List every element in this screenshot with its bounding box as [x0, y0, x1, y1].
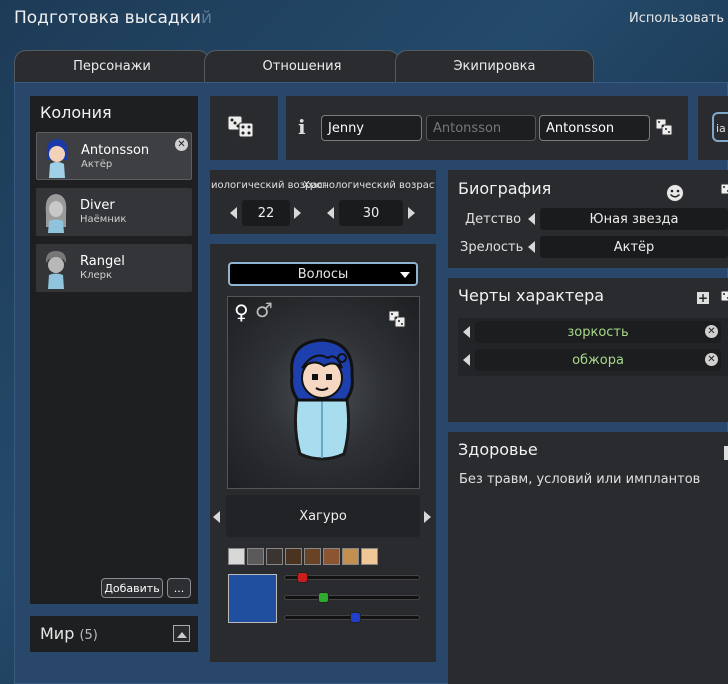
slider-knob[interactable]: [349, 612, 361, 623]
trait-move-icon[interactable]: [463, 354, 470, 366]
childhood-prev[interactable]: [528, 213, 535, 225]
dice-icon[interactable]: [227, 115, 255, 139]
pawn-entry[interactable]: Antonsson Актёр ✕: [36, 132, 192, 180]
tab-equipment[interactable]: Экипировка: [395, 50, 594, 82]
nickname-input[interactable]: Antonsson: [426, 115, 536, 141]
chrono-age-increase[interactable]: [408, 207, 415, 219]
color-swatch[interactable]: [361, 548, 378, 565]
dice-icon[interactable]: [655, 118, 673, 136]
hairstyle-prev[interactable]: [213, 511, 220, 523]
health-panel: [448, 432, 728, 684]
adulthood-field[interactable]: Актёр: [540, 236, 728, 258]
trait-item[interactable]: обжора: [475, 349, 721, 371]
pawn-avatar: [46, 139, 68, 178]
first-name-input[interactable]: Jenny: [321, 115, 422, 141]
biography-title: Биография: [458, 179, 552, 198]
remove-trait-icon[interactable]: ✕: [705, 353, 718, 366]
add-pawn-button[interactable]: Добавить: [101, 578, 163, 598]
more-button[interactable]: ...: [167, 578, 191, 598]
pawn-name: Rangel: [80, 254, 125, 269]
hairstyle-name: Хагуро: [226, 495, 420, 537]
pawn-name: Antonsson: [81, 143, 150, 158]
pawn-avatar: [45, 251, 67, 289]
slider-knob[interactable]: [318, 592, 330, 603]
color-swatch[interactable]: [228, 548, 245, 565]
green-slider[interactable]: [284, 595, 420, 600]
dropdown-label: Волосы: [297, 266, 349, 282]
health-edit-icon[interactable]: [724, 446, 728, 460]
pawn-entry[interactable]: Diver Наёмник: [36, 188, 192, 236]
childhood-label: Детство: [465, 212, 522, 227]
pawn-role: Клерк: [80, 270, 113, 281]
traits-title: Черты характера: [458, 286, 605, 305]
pawn-entry[interactable]: Rangel Клерк: [36, 244, 192, 292]
slider-knob[interactable]: [296, 572, 308, 583]
color-swatch[interactable]: [266, 548, 283, 565]
add-trait-icon[interactable]: +: [697, 292, 709, 304]
color-swatch[interactable]: [323, 548, 340, 565]
favorite-color-button[interactable]: ia: [712, 112, 728, 142]
childhood-field[interactable]: Юная звезда: [540, 208, 728, 230]
bio-age-increase[interactable]: [294, 207, 301, 219]
pawn-name: Diver: [80, 198, 115, 213]
pawn-role: Актёр: [81, 159, 113, 170]
dice-icon[interactable]: [720, 290, 728, 308]
color-swatch[interactable]: [247, 548, 264, 565]
appearance-dropdown[interactable]: Волосы: [228, 262, 418, 286]
color-swatch[interactable]: [304, 548, 321, 565]
hairstyle-next[interactable]: [424, 511, 431, 523]
bio-age-field[interactable]: 22: [242, 200, 290, 226]
bio-age-decrease[interactable]: [230, 207, 237, 219]
adulthood-label: Зрелость: [460, 240, 524, 255]
chrono-age-label: Хронологический возраст: [303, 180, 435, 191]
world-title: Мир (5): [40, 624, 98, 643]
trait-item[interactable]: зоркость: [475, 321, 721, 343]
window-title: Подготовка высадкий: [14, 8, 213, 28]
colony-title: Колония: [40, 103, 112, 122]
expand-world-icon[interactable]: [173, 625, 190, 642]
use-button[interactable]: Использовать: [629, 11, 724, 26]
female-icon[interactable]: ♀: [234, 300, 249, 324]
color-swatch[interactable]: [285, 548, 302, 565]
adulthood-prev[interactable]: [528, 241, 535, 253]
chrono-age-field[interactable]: 30: [339, 200, 403, 226]
remove-trait-icon[interactable]: ✕: [705, 325, 718, 338]
pawn-avatar: [45, 194, 67, 233]
tab-relations[interactable]: Отношения: [204, 50, 400, 82]
health-text: Без травм, условий или имплантов: [459, 472, 701, 487]
male-icon[interactable]: ♂: [255, 298, 273, 322]
trait-move-icon[interactable]: [463, 326, 470, 338]
chrono-age-decrease[interactable]: [327, 207, 334, 219]
chevron-down-icon: [400, 272, 410, 278]
pawn-role: Наёмник: [80, 214, 127, 225]
tab-characters[interactable]: Персонажи: [14, 50, 210, 82]
last-name-input[interactable]: Antonsson: [539, 115, 650, 141]
selected-color[interactable]: [228, 574, 277, 623]
color-swatch[interactable]: [342, 548, 359, 565]
info-icon[interactable]: i: [298, 115, 306, 139]
dice-icon[interactable]: [388, 310, 406, 328]
health-title: Здоровье: [458, 440, 538, 459]
pawn-portrait: [290, 338, 354, 461]
remove-pawn-icon[interactable]: ✕: [175, 138, 188, 151]
dice-icon[interactable]: [720, 183, 728, 201]
smiley-icon[interactable]: [665, 183, 685, 203]
